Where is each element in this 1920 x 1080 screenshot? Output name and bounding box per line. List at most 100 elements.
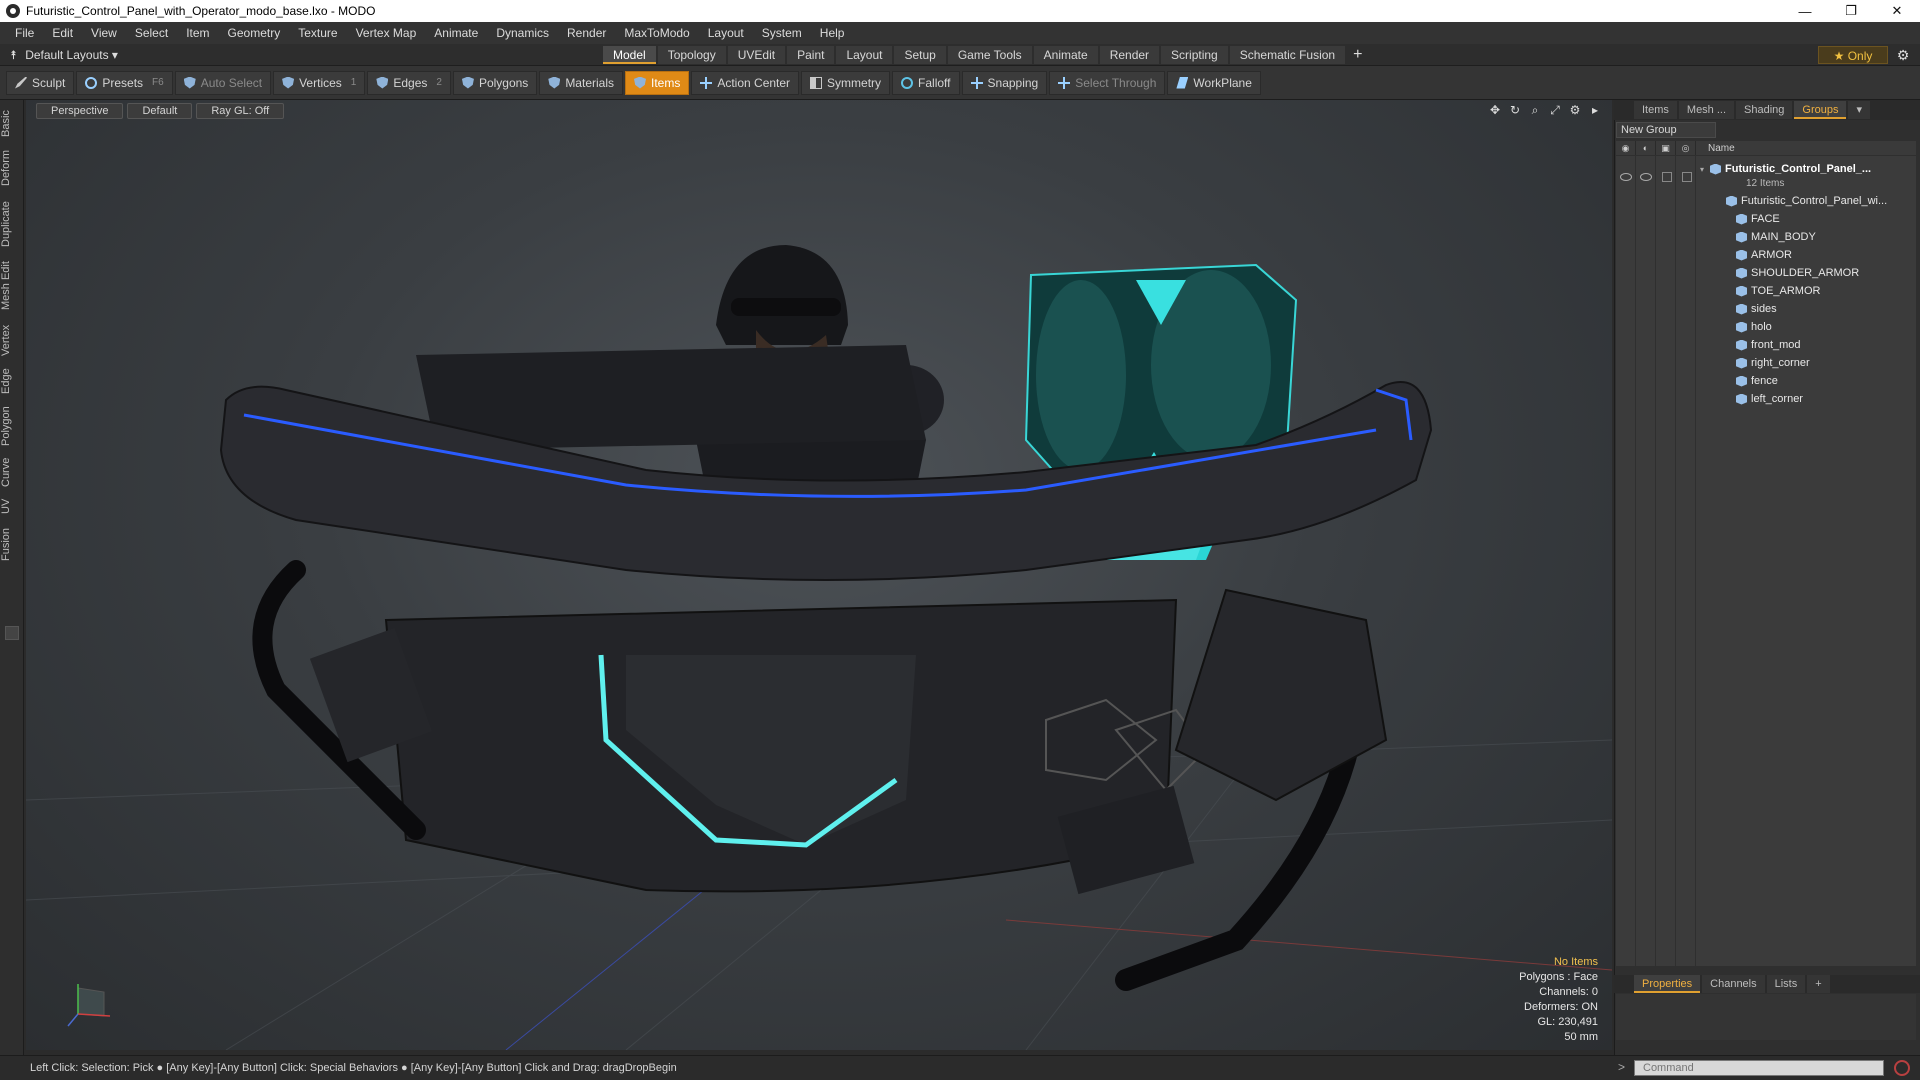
viewport-gear-icon[interactable]: ⚙ — [1568, 103, 1582, 117]
render-column-icon[interactable]: ◐ — [1636, 141, 1656, 155]
tab-render[interactable]: Render — [1099, 46, 1160, 64]
polygons-button[interactable]: Polygons — [452, 70, 538, 95]
record-icon[interactable] — [1894, 1060, 1910, 1076]
tree-item-row[interactable]: right_corner — [1736, 354, 1810, 372]
tab-layout[interactable]: Layout — [836, 46, 893, 64]
tab-channels[interactable]: Channels — [1702, 975, 1765, 993]
left-tab-uv[interactable]: UV — [0, 494, 24, 518]
symmetry-button[interactable]: Symmetry — [801, 70, 891, 95]
group-select-icon[interactable] — [1682, 172, 1692, 182]
visibility-column-icon[interactable]: ◉ — [1616, 141, 1636, 155]
tree-item-row[interactable]: MAIN_BODY — [1736, 228, 1816, 246]
menu-dynamics[interactable]: Dynamics — [487, 22, 558, 44]
tab-model[interactable]: Model — [603, 46, 656, 64]
gear-icon[interactable]: ⚙ — [1894, 46, 1912, 64]
menu-file[interactable]: File — [6, 22, 43, 44]
tab-schematic-fusion[interactable]: Schematic Fusion — [1229, 46, 1346, 64]
tree-item-row[interactable]: Futuristic_Control_Panel_wi... — [1726, 192, 1887, 210]
menu-view[interactable]: View — [82, 22, 126, 44]
menu-select[interactable]: Select — [126, 22, 177, 44]
viewport-menu-icon[interactable]: ▸ — [1588, 103, 1602, 117]
auto-select-button[interactable]: Auto Select — [174, 70, 272, 95]
menu-edit[interactable]: Edit — [43, 22, 82, 44]
tab-shading[interactable]: Shading — [1736, 101, 1793, 119]
tab-groups[interactable]: Groups — [1794, 101, 1847, 119]
zoom-icon[interactable]: ⌕ — [1528, 103, 1542, 117]
tab-paint[interactable]: Paint — [787, 46, 835, 64]
tree-item-row[interactable]: ARMOR — [1736, 246, 1792, 264]
action-center-button[interactable]: Action Center — [691, 70, 800, 95]
edges-button[interactable]: Edges 2 — [367, 70, 451, 95]
menu-layout[interactable]: Layout — [699, 22, 753, 44]
tree-item-row[interactable]: left_corner — [1736, 390, 1803, 408]
left-tab-edge[interactable]: Edge — [0, 364, 24, 398]
snapping-button[interactable]: Snapping — [961, 70, 1048, 95]
layouts-selector[interactable]: ⯭ Default Layouts ▾ — [10, 44, 118, 66]
tab-setup[interactable]: Setup — [894, 46, 946, 64]
3d-viewport[interactable] — [26, 100, 1612, 1050]
tab-properties[interactable]: Properties — [1634, 975, 1701, 993]
tree-item-row[interactable]: TOE_ARMOR — [1736, 282, 1820, 300]
presets-button[interactable]: Presets F6 — [76, 70, 173, 95]
items-button[interactable]: Items — [625, 70, 690, 95]
left-tab-vertex[interactable]: Vertex — [0, 320, 24, 360]
group-lock-icon[interactable] — [1662, 172, 1672, 182]
left-tab-basic[interactable]: Basic — [0, 106, 24, 142]
menu-geometry[interactable]: Geometry — [219, 22, 290, 44]
left-tab-duplicate[interactable]: Duplicate — [0, 196, 24, 252]
layout-collapse-icon[interactable]: ⯭ — [10, 48, 17, 63]
lock-column-icon[interactable]: ▣ — [1656, 141, 1676, 155]
close-button[interactable]: ✕ — [1874, 0, 1920, 22]
menu-system[interactable]: System — [753, 22, 811, 44]
vertices-button[interactable]: Vertices 1 — [273, 70, 366, 95]
new-group-button[interactable]: New Group — [1616, 122, 1716, 138]
minimize-button[interactable]: — — [1782, 0, 1828, 22]
menu-vertex-map[interactable]: Vertex Map — [347, 22, 426, 44]
restore-button[interactable]: ❐ — [1828, 0, 1874, 22]
menu-item[interactable]: Item — [177, 22, 218, 44]
menu-animate[interactable]: Animate — [425, 22, 487, 44]
panel-dropdown-icon[interactable]: ▾ — [1848, 101, 1871, 119]
tab-lists[interactable]: Lists — [1766, 975, 1806, 993]
left-tab-polygon[interactable]: Polygon — [0, 402, 24, 450]
tab-animate[interactable]: Animate — [1033, 46, 1098, 64]
pan-icon[interactable]: ✥ — [1488, 103, 1502, 117]
tab-game-tools[interactable]: Game Tools — [947, 46, 1032, 64]
tab-items[interactable]: Items — [1634, 101, 1677, 119]
select-column-icon[interactable]: ◎ — [1676, 141, 1696, 155]
left-tab-deform[interactable]: Deform — [0, 146, 24, 190]
rotate-icon[interactable]: ↻ — [1508, 103, 1522, 117]
workplane-button[interactable]: WorkPlane — [1167, 70, 1261, 95]
left-tab-mesh-edit[interactable]: Mesh Edit — [0, 258, 24, 314]
group-render-icon[interactable] — [1640, 173, 1652, 181]
menu-maxtomodo[interactable]: MaxToModo — [615, 22, 698, 44]
command-input[interactable] — [1634, 1060, 1884, 1076]
group-visibility-icon[interactable] — [1620, 173, 1632, 181]
tree-item-row[interactable]: fence — [1736, 372, 1778, 390]
only-toggle[interactable]: ★ Only — [1818, 46, 1888, 64]
tab-uvedit[interactable]: UVEdit — [727, 46, 786, 64]
tree-item-row[interactable]: holo — [1736, 318, 1772, 336]
left-tabs-toggle[interactable] — [5, 626, 19, 640]
tree-item-row[interactable]: sides — [1736, 300, 1777, 318]
viewport-style-button[interactable]: Default — [127, 103, 193, 119]
materials-button[interactable]: Materials — [539, 70, 623, 95]
tab-scripting[interactable]: Scripting — [1161, 46, 1228, 64]
tree-item-row[interactable]: SHOULDER_ARMOR — [1736, 264, 1859, 282]
menu-render[interactable]: Render — [558, 22, 615, 44]
left-tab-fusion[interactable]: Fusion — [0, 524, 24, 564]
tree-item-row[interactable]: front_mod — [1736, 336, 1801, 354]
add-tab-icon[interactable]: + — [1347, 46, 1368, 64]
viewport-view-button[interactable]: Perspective — [36, 103, 124, 119]
raygl-toggle[interactable]: Ray GL: Off — [196, 103, 285, 119]
tab-mesh[interactable]: Mesh ... — [1678, 101, 1735, 119]
falloff-button[interactable]: Falloff — [892, 70, 960, 95]
tab-topology[interactable]: Topology — [657, 46, 726, 64]
menu-help[interactable]: Help — [811, 22, 854, 44]
select-through-button[interactable]: Select Through — [1049, 70, 1166, 95]
menu-texture[interactable]: Texture — [289, 22, 346, 44]
add-properties-tab-icon[interactable]: + — [1807, 975, 1830, 993]
tree-item-row[interactable]: FACE — [1736, 210, 1780, 228]
collapse-icon[interactable]: ▾ — [1700, 165, 1710, 174]
fit-icon[interactable]: ⤢ — [1548, 103, 1562, 117]
